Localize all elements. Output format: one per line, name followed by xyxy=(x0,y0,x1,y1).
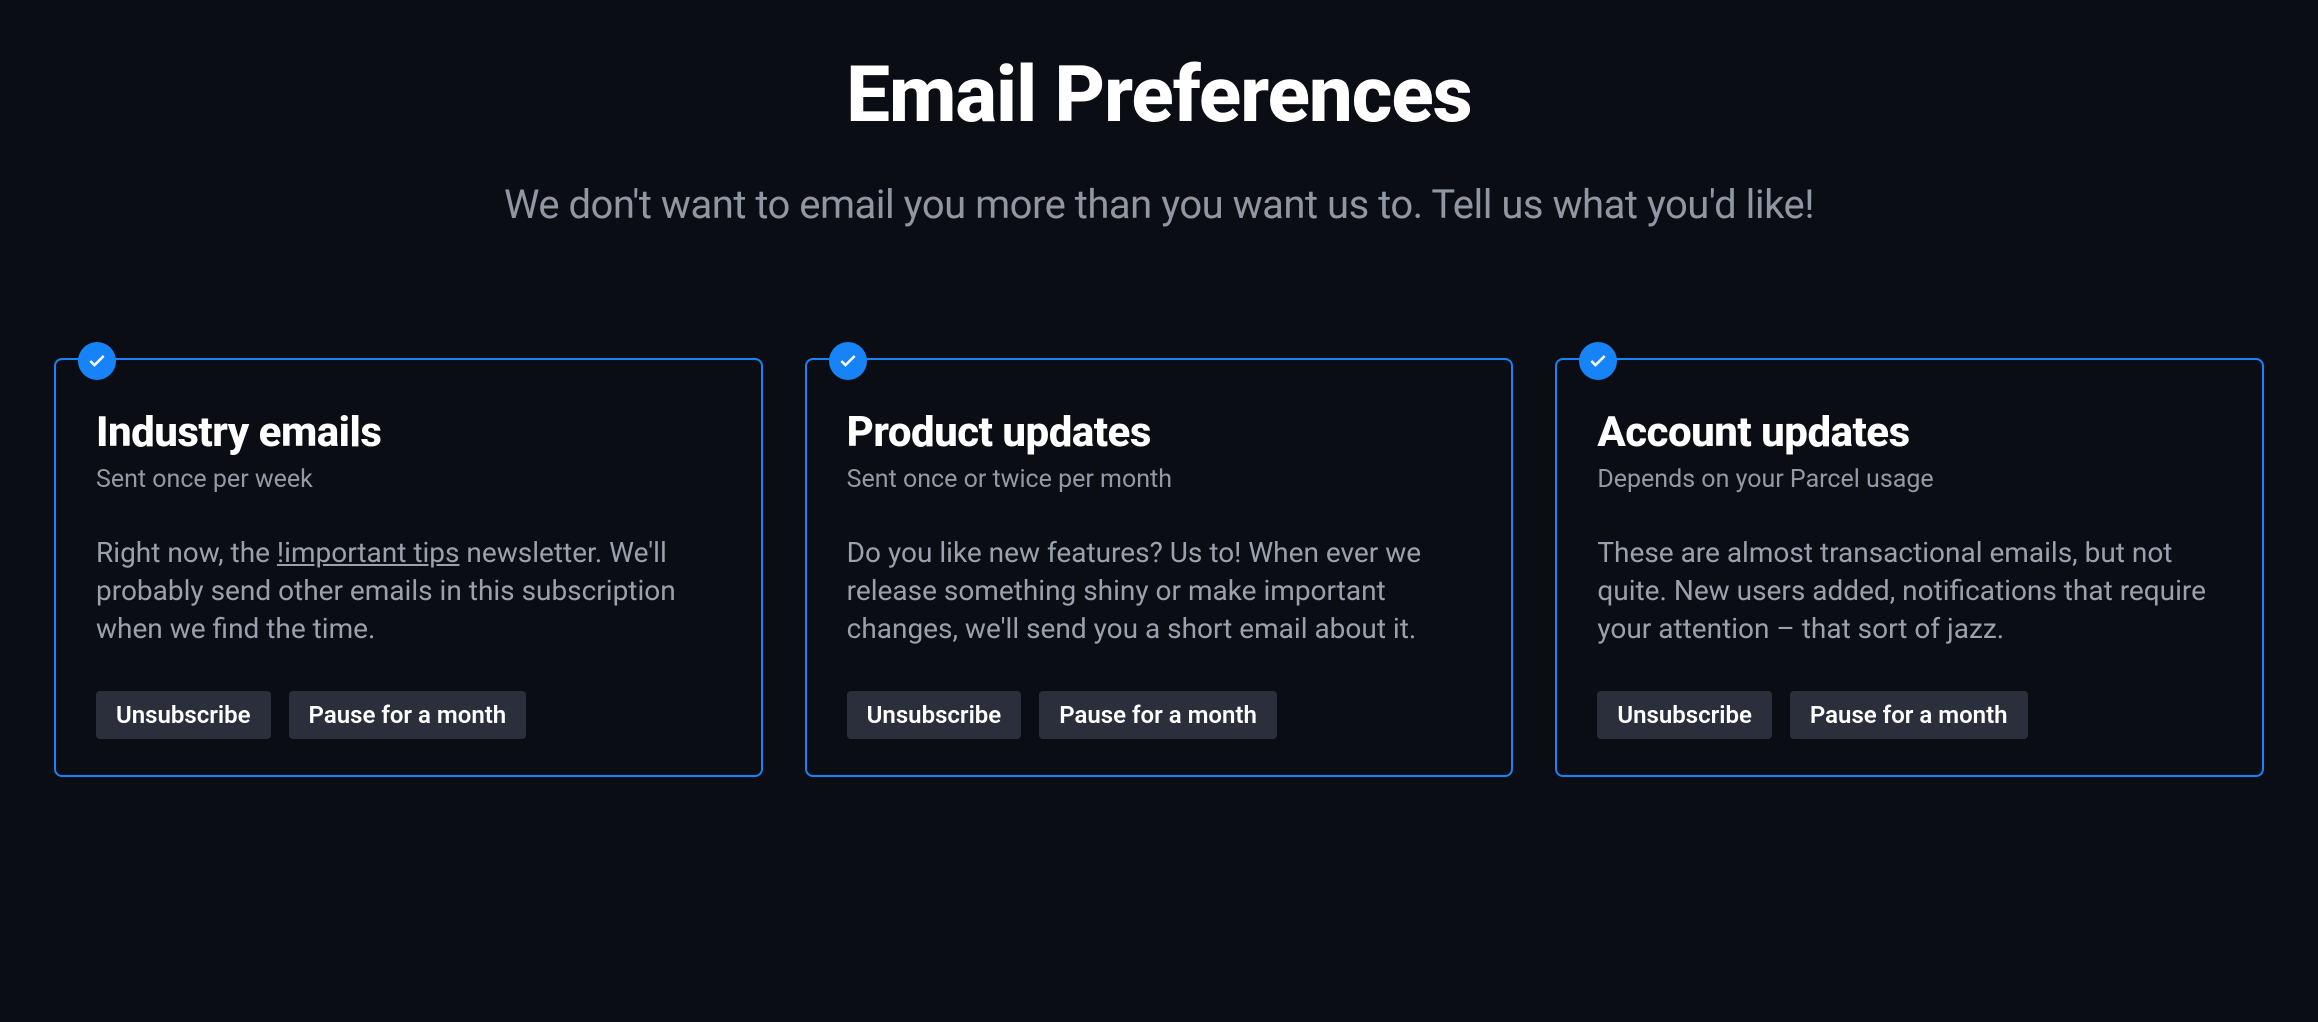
card-buttons: Unsubscribe Pause for a month xyxy=(1597,691,2222,739)
card-description: Right now, the !important tips newslette… xyxy=(96,534,721,647)
unsubscribe-button[interactable]: Unsubscribe xyxy=(96,691,271,739)
card-description: Do you like new features? Us to! When ev… xyxy=(847,534,1472,647)
card-buttons: Unsubscribe Pause for a month xyxy=(96,691,721,739)
card-frequency: Sent once per week xyxy=(96,465,721,494)
pause-button[interactable]: Pause for a month xyxy=(1039,691,1277,739)
page-header: Email Preferences We don't want to email… xyxy=(40,50,2278,228)
page-title: Email Preferences xyxy=(40,50,2278,141)
card-description-text-prefix: Right now, the xyxy=(96,536,277,569)
card-buttons: Unsubscribe Pause for a month xyxy=(847,691,1472,739)
page-subtitle: We don't want to email you more than you… xyxy=(40,181,2278,228)
pause-button[interactable]: Pause for a month xyxy=(289,691,527,739)
card-frequency: Sent once or twice per month xyxy=(847,465,1472,494)
card-title: Account updates xyxy=(1597,408,2222,457)
check-icon xyxy=(1579,342,1617,380)
card-industry-emails: Industry emails Sent once per week Right… xyxy=(54,358,763,777)
card-title: Product updates xyxy=(847,408,1472,457)
check-icon xyxy=(829,342,867,380)
card-frequency: Depends on your Parcel usage xyxy=(1597,465,2222,494)
unsubscribe-button[interactable]: Unsubscribe xyxy=(847,691,1022,739)
card-account-updates: Account updates Depends on your Parcel u… xyxy=(1555,358,2264,777)
check-icon xyxy=(78,342,116,380)
pause-button[interactable]: Pause for a month xyxy=(1790,691,2028,739)
card-product-updates: Product updates Sent once or twice per m… xyxy=(805,358,1514,777)
important-tips-link[interactable]: !important tips xyxy=(277,536,460,569)
card-title: Industry emails xyxy=(96,408,721,457)
card-description: These are almost transactional emails, b… xyxy=(1597,534,2222,647)
preference-cards: Industry emails Sent once per week Right… xyxy=(40,358,2278,777)
unsubscribe-button[interactable]: Unsubscribe xyxy=(1597,691,1772,739)
